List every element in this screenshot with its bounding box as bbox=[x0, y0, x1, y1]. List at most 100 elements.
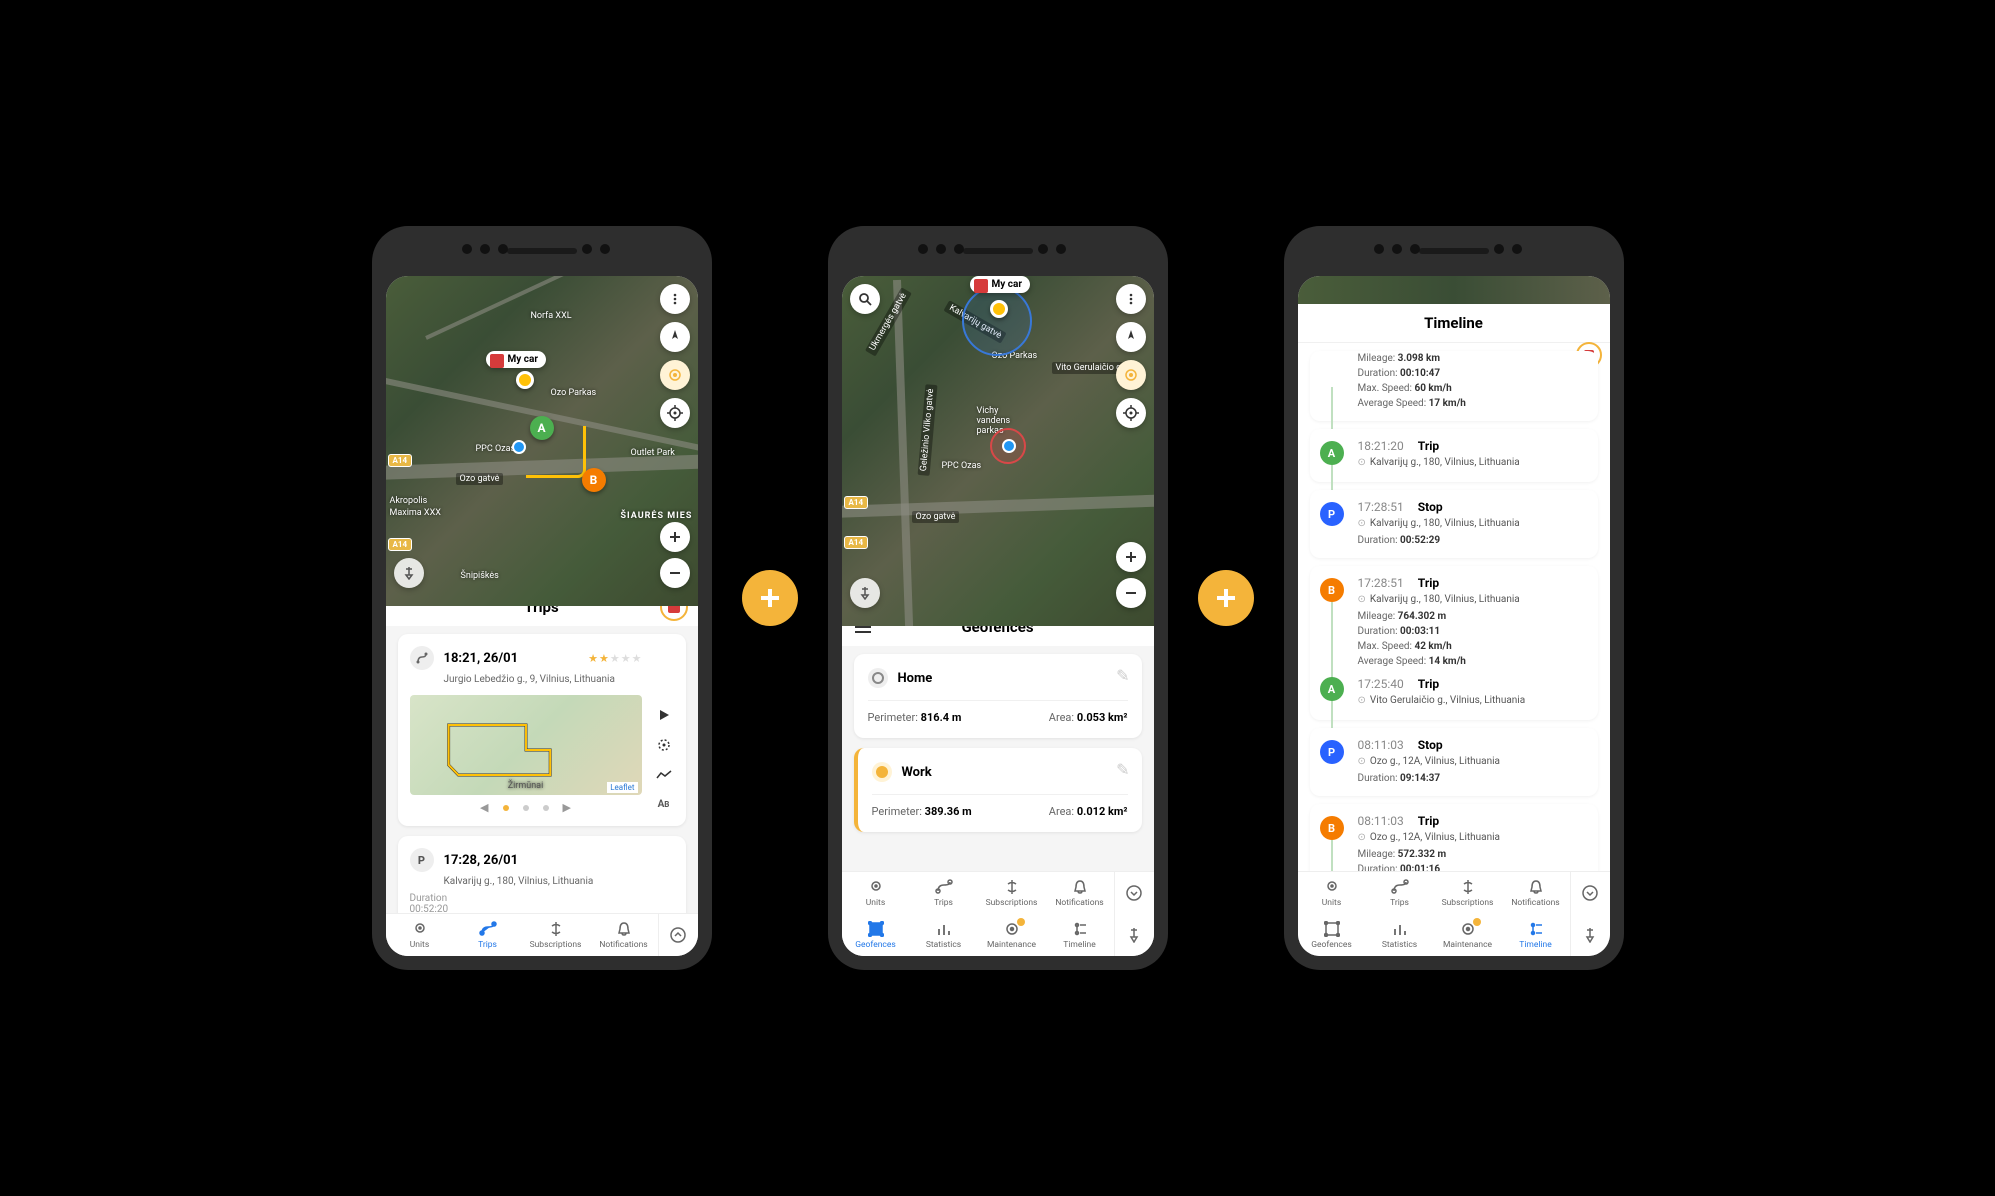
nav-subscriptions[interactable]: Subscriptions bbox=[1434, 872, 1502, 914]
nav-statistics[interactable]: Statistics bbox=[1366, 914, 1434, 956]
trip-address: Kalvarijų g., 180, Vilnius, Lithuania bbox=[444, 876, 674, 887]
map-poi: Maxima XXX bbox=[390, 508, 441, 518]
compass-icon[interactable] bbox=[660, 322, 690, 352]
bottom-nav: Units Trips Subscriptions Notifications … bbox=[1298, 871, 1610, 956]
target-icon[interactable] bbox=[654, 735, 674, 755]
nav-notifications[interactable]: Notifications bbox=[590, 914, 658, 956]
layers-icon[interactable] bbox=[1116, 360, 1146, 390]
search-icon[interactable] bbox=[850, 284, 880, 314]
nav-notifications[interactable]: Notifications bbox=[1046, 872, 1114, 914]
parking-icon: P bbox=[410, 848, 434, 872]
chart-icon[interactable] bbox=[654, 765, 674, 785]
locate-icon[interactable] bbox=[1116, 398, 1146, 428]
play-icon[interactable] bbox=[654, 705, 674, 725]
nav-maintenance[interactable]: Maintenance bbox=[978, 914, 1046, 956]
car-label[interactable]: My car bbox=[486, 351, 547, 368]
marker-a[interactable]: A bbox=[530, 416, 554, 440]
pager[interactable]: ◀▶ bbox=[410, 801, 642, 814]
nav-trips[interactable]: Trips bbox=[1366, 872, 1434, 914]
highway-badge: A14 bbox=[844, 536, 869, 549]
marker-b[interactable]: B bbox=[582, 468, 606, 492]
car-icon[interactable] bbox=[660, 606, 688, 621]
edit-icon[interactable]: ✎ bbox=[1116, 666, 1129, 685]
trip-address: Jurgio Lebedžio g., 9, Vilnius, Lithuani… bbox=[444, 674, 642, 685]
panel-title: Timeline bbox=[1424, 314, 1483, 332]
map-view[interactable]: Ozo Parkas Vichy vandens parkas PPC Ozas… bbox=[842, 276, 1154, 626]
more-icon[interactable] bbox=[1116, 284, 1146, 314]
pin-icon[interactable] bbox=[1114, 914, 1154, 956]
timeline-header: Timeline bbox=[1298, 304, 1610, 343]
nav-trips[interactable]: Trips bbox=[454, 914, 522, 956]
nav-timeline[interactable]: Timeline bbox=[1502, 914, 1570, 956]
geofence-home[interactable] bbox=[962, 286, 1032, 356]
event-time: 08:11:03 bbox=[1358, 738, 1404, 752]
nav-statistics[interactable]: Statistics bbox=[910, 914, 978, 956]
nav-subscriptions[interactable]: Subscriptions bbox=[522, 914, 590, 956]
trip-card[interactable]: 18:21, 26/01 ★★★★★ Jurgio Lebedžio g., 9… bbox=[398, 634, 686, 826]
compass-icon[interactable] bbox=[1116, 322, 1146, 352]
map-poi: Žirmūnai bbox=[508, 781, 544, 791]
car-marker[interactable] bbox=[990, 300, 1008, 318]
more-icon[interactable] bbox=[660, 284, 690, 314]
menu-icon[interactable] bbox=[854, 626, 872, 634]
layers-icon[interactable] bbox=[660, 360, 690, 390]
geofence-name: Work bbox=[902, 765, 932, 780]
panel-header: Geofences bbox=[842, 626, 1154, 646]
timeline-card[interactable]: P 08:11:03Stop Ozo g., 12A, Vilnius, Lit… bbox=[1310, 728, 1598, 796]
timeline-badge: P bbox=[1320, 502, 1344, 526]
nav-geofences[interactable]: Geofences bbox=[1298, 914, 1366, 956]
timeline-card[interactable]: A 18:21:20Trip Kalvarijų g., 180, Vilniu… bbox=[1310, 429, 1598, 482]
pin-icon[interactable] bbox=[1570, 914, 1610, 956]
phone-timeline: Timeline Mileage: 3.098 km Duration: 00:… bbox=[1284, 226, 1624, 970]
nav-trips[interactable]: Trips bbox=[910, 872, 978, 914]
timeline-card[interactable]: B 17:28:51Trip Kalvarijų g., 180, Vilniu… bbox=[1310, 566, 1598, 720]
geofence-card-active[interactable]: Work ✎ Perimeter: 389.36 mArea: 0.012 km… bbox=[854, 748, 1142, 832]
nav-subscriptions[interactable]: Subscriptions bbox=[978, 872, 1046, 914]
highway-badge: A14 bbox=[388, 454, 413, 467]
nav-timeline[interactable]: Timeline bbox=[1046, 914, 1114, 956]
zoom-in-icon[interactable] bbox=[1116, 542, 1146, 572]
expand-icon[interactable] bbox=[658, 914, 698, 956]
collapse-icon[interactable] bbox=[1570, 872, 1610, 914]
timeline-list[interactable]: Mileage: 3.098 km Duration: 00:10:47 Max… bbox=[1298, 343, 1610, 871]
pin-icon[interactable] bbox=[394, 558, 424, 588]
nav-units[interactable]: Units bbox=[1298, 872, 1366, 914]
duration-label: Duration bbox=[410, 893, 674, 904]
nav-maintenance[interactable]: Maintenance bbox=[1434, 914, 1502, 956]
edit-icon[interactable]: ✎ bbox=[1116, 760, 1129, 779]
trip-map-thumbnail[interactable]: Žirmūnai Leaflet bbox=[410, 695, 642, 795]
event-address: Ozo g., 12A, Vilnius, Lithuania bbox=[1358, 832, 1586, 843]
route-icon bbox=[410, 646, 434, 670]
collapse-icon[interactable] bbox=[1114, 872, 1154, 914]
trip-time: 18:21, 26/01 bbox=[444, 651, 519, 666]
nav-units[interactable]: Units bbox=[386, 914, 454, 956]
timeline-card[interactable]: B 08:11:03Trip Ozo g., 12A, Vilnius, Lit… bbox=[1310, 804, 1598, 871]
event-address: Ozo g., 12A, Vilnius, Lithuania bbox=[1358, 756, 1586, 767]
event-address: Kalvarijų g., 180, Vilnius, Lithuania bbox=[1358, 594, 1586, 605]
nav-units[interactable]: Units bbox=[842, 872, 910, 914]
map-view[interactable]: Norfa XXL Ozo Parkas PPC Ozas Outlet Par… bbox=[386, 276, 698, 606]
car-label[interactable]: My car bbox=[970, 276, 1031, 293]
zoom-out-icon[interactable] bbox=[1116, 578, 1146, 608]
phone-trips: Norfa XXL Ozo Parkas PPC Ozas Outlet Par… bbox=[372, 226, 712, 970]
timeline-card[interactable]: P 17:28:51Stop Kalvarijų g., 180, Vilniu… bbox=[1310, 490, 1598, 558]
zoom-out-icon[interactable] bbox=[660, 558, 690, 588]
event-type: Trip bbox=[1418, 814, 1439, 828]
rating-stars[interactable]: ★★★★★ bbox=[588, 652, 641, 665]
nav-notifications[interactable]: Notifications bbox=[1502, 872, 1570, 914]
car-marker[interactable] bbox=[516, 371, 534, 389]
locate-icon[interactable] bbox=[660, 398, 690, 428]
event-type: Trip bbox=[1418, 576, 1439, 590]
pin-icon[interactable] bbox=[850, 578, 880, 608]
trip-card[interactable]: P 17:28, 26/01 Kalvarijų g., 180, Vilniu… bbox=[398, 836, 686, 913]
road-label: Ozo gatvė bbox=[912, 511, 960, 523]
timeline-card[interactable]: Mileage: 3.098 km Duration: 00:10:47 Max… bbox=[1310, 351, 1598, 421]
zoom-in-icon[interactable] bbox=[660, 522, 690, 552]
bottom-nav: Units Trips Subscriptions Notifications … bbox=[842, 871, 1154, 956]
phone-geofences: Ozo Parkas Vichy vandens parkas PPC Ozas… bbox=[828, 226, 1168, 970]
nav-geofences[interactable]: Geofences bbox=[842, 914, 910, 956]
geofence-card[interactable]: Home ✎ Perimeter: 816.4 mArea: 0.053 km² bbox=[854, 654, 1142, 738]
event-address: Kalvarijų g., 180, Vilnius, Lithuania bbox=[1358, 457, 1586, 468]
ab-icon[interactable]: AB bbox=[654, 795, 674, 815]
geofence-name: Home bbox=[898, 671, 933, 686]
